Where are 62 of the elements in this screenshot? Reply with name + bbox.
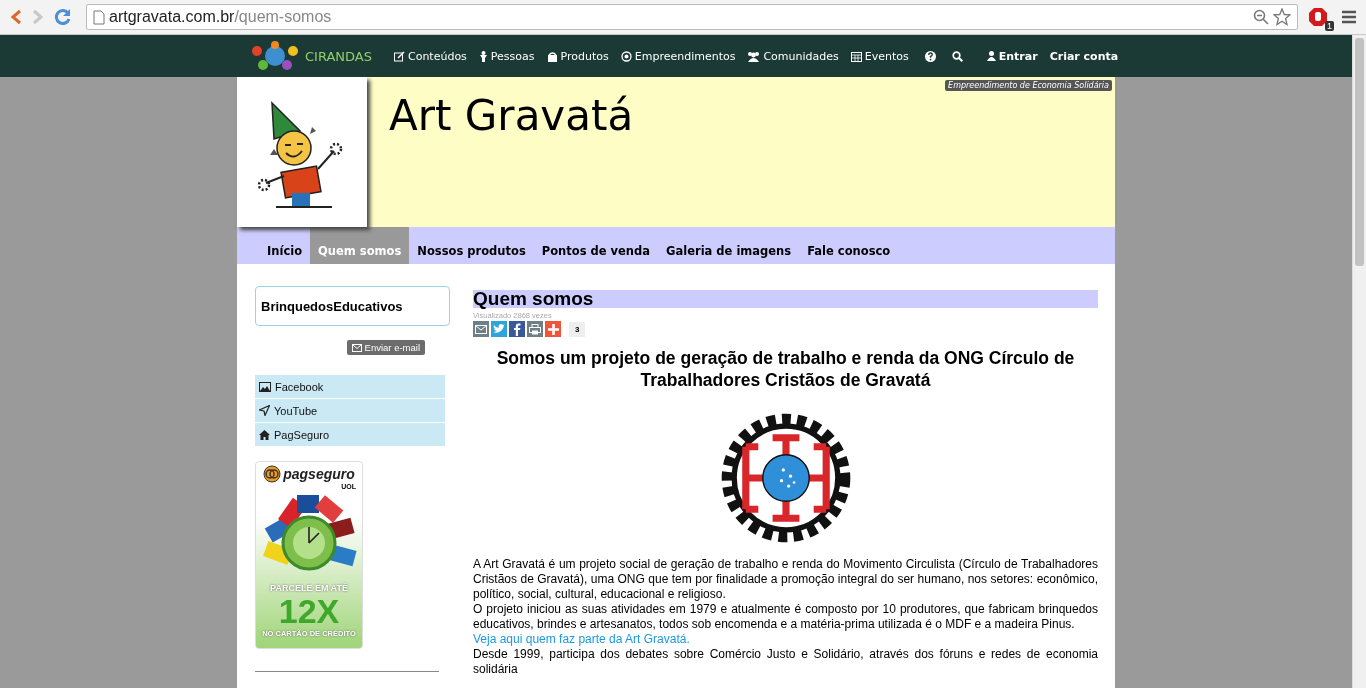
body-paragraph: Desde 1999, participa dos debates sobre Comércio Justo e Solidário, através dos fóruns e redes de economia solidária — [473, 647, 1098, 677]
logo-icon — [263, 465, 282, 483]
target-icon — [620, 50, 632, 62]
back-icon[interactable] — [10, 9, 22, 25]
help-icon[interactable] — [924, 50, 936, 62]
group-icon — [747, 50, 761, 62]
account-link[interactable]: Criar conta — [1049, 49, 1119, 63]
sidebar-link[interactable]: PagSeguro — [255, 423, 445, 447]
edit-icon — [393, 50, 405, 62]
menu-tab[interactable]: Início — [259, 239, 311, 264]
address-bar[interactable]: artgravata.com.br/quem-somos — [86, 4, 1298, 30]
article-subtitle: Somos um projeto de geração de trabalho e renda da ONG Círculo de Trabalhadores Cristãos de Gravatá — [495, 347, 1076, 391]
nav-link[interactable]: Produtos — [546, 49, 609, 63]
print-share-icon[interactable] — [527, 321, 543, 337]
menu-icon[interactable] — [1342, 10, 1356, 24]
paper-plane-icon — [259, 405, 270, 416]
body-paragraph: A Art Gravatá é um projeto social de geração de trabalho e renda do Movimento Circulista (Círculo de Trabalhadores Cristãos de Gravatá), uma ONG que tem por finalidade a promoção integral do ser humano, nos setores: econômico, político, social, cultural, educacional e religioso. — [473, 557, 1098, 602]
person-icon — [478, 50, 488, 62]
twitter-share-icon[interactable] — [491, 321, 507, 337]
nav-link[interactable]: Empreendimentos — [620, 49, 736, 63]
scrollbar[interactable] — [1352, 35, 1366, 688]
reload-icon[interactable] — [54, 8, 72, 26]
zoom-icon[interactable] — [1253, 9, 1269, 25]
sidebar-link[interactable]: Facebook — [255, 375, 445, 399]
stop-hand-icon[interactable] — [1308, 7, 1328, 27]
banner-brand: pagseguro — [283, 466, 355, 482]
page-heading: Quem somos — [473, 290, 1098, 308]
page-icon — [93, 9, 105, 25]
url-path: /quem-somos — [234, 8, 332, 26]
envelope-icon — [351, 343, 362, 352]
banner-headline: 12X — [278, 593, 340, 629]
menu-tab[interactable]: Fale conosco — [799, 239, 899, 264]
plus-share-icon[interactable] — [545, 321, 561, 337]
share-count: 3 — [569, 321, 586, 337]
site-title: Art Gravatá — [389, 91, 634, 142]
calendar-icon — [850, 50, 862, 62]
menu-tab[interactable]: Nossos produtos — [409, 239, 534, 264]
banner-caption: PARCELE EM ATÉ — [270, 583, 348, 593]
user-icon — [986, 51, 996, 61]
profile-name: BrinquedosEducativos — [261, 298, 403, 314]
search-icon[interactable] — [951, 50, 963, 62]
menu-tab[interactable]: Galeria de imagens — [658, 239, 800, 264]
extension-badge: 1 — [1325, 21, 1334, 31]
logo-icon[interactable] — [249, 41, 301, 71]
menu-tab[interactable]: Pontos de venda — [533, 239, 659, 264]
body-paragraph: O projeto iniciou as suas atividades em 1979 e atualmente é composto por 10 produtores, que fabricam brinquedos educativos, brindes e artesanatos, todos sob encomenda e a matéria-prima utilizada é o MDF e a madeira Pinus. — [473, 602, 1098, 632]
bag-icon — [546, 50, 558, 62]
account-link[interactable]: Entrar — [986, 49, 1038, 63]
nav-link[interactable]: Comunidades — [747, 49, 839, 63]
nav-link[interactable]: Conteúdos — [393, 49, 467, 63]
nav-link[interactable]: Eventos — [850, 49, 909, 63]
image-icon — [259, 381, 271, 392]
nav-link[interactable]: Pessoas — [478, 49, 535, 63]
send-email-button[interactable]: Enviar e-mail — [346, 340, 425, 355]
star-icon[interactable] — [1273, 8, 1291, 26]
facebook-share-icon[interactable] — [509, 321, 525, 337]
category-tag: Empreendimento de Economia Solidária — [945, 80, 1112, 91]
email-share-icon[interactable] — [473, 321, 489, 337]
sidebar-link[interactable]: YouTube — [255, 399, 445, 423]
brand-name[interactable]: CIRANDAS — [305, 48, 372, 64]
url-host: artgravata.com.br — [109, 8, 235, 26]
home-icon — [259, 429, 270, 440]
